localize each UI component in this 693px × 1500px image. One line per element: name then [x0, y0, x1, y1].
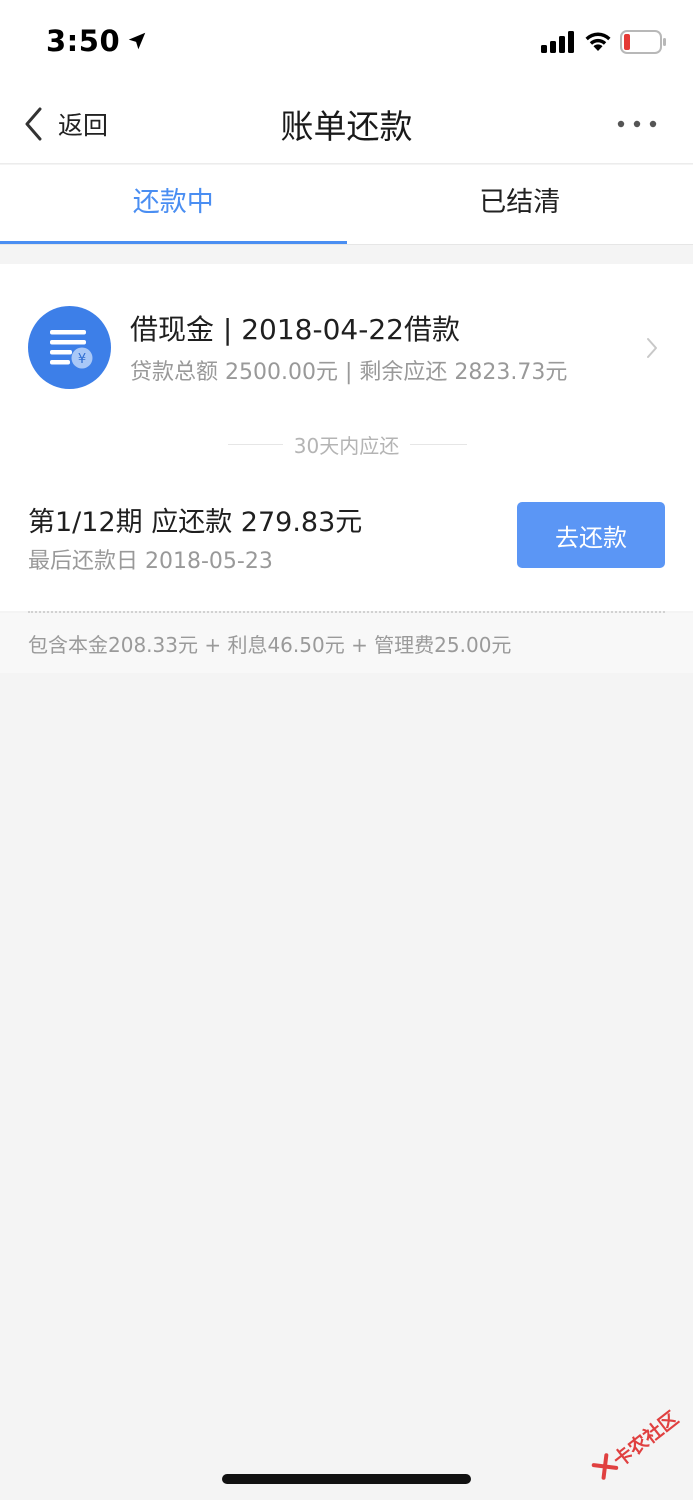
wifi-icon	[585, 32, 611, 51]
breakdown-text: 包含本金208.33元 + 利息46.50元 + 管理费25.00元	[28, 633, 512, 657]
nav-bar: 返回 账单还款	[0, 86, 693, 164]
loan-bill-icon: ¥	[28, 306, 111, 389]
watermark: 卡农社区	[582, 1394, 693, 1500]
more-dots-icon[interactable]	[612, 114, 662, 134]
home-indicator[interactable]	[222, 1474, 471, 1484]
location-arrow-icon	[128, 32, 146, 50]
section-label: 30天内应还	[293, 434, 400, 458]
page-title: 账单还款	[280, 107, 413, 146]
screen: 3:50 返回 账单还款 还款中 已结清 ¥ 借现金 | 2018-04-22借…	[0, 0, 693, 1500]
status-bar: 3:50	[0, 0, 693, 86]
loan-subtitle: 贷款总额 2500.00元 | 剩余应还 2823.73元	[130, 360, 568, 385]
battery-low-icon	[620, 30, 666, 54]
installment-title: 第1/12期 应还款 279.83元	[28, 507, 363, 538]
chevron-right-icon	[647, 338, 657, 358]
status-time-text: 3:50	[46, 24, 121, 58]
watermark-text: 卡农社区	[609, 1407, 683, 1472]
tab-bar: 还款中 已结清	[0, 165, 693, 245]
due-date: 最后还款日 2018-05-23	[28, 549, 273, 574]
signal-icon	[541, 31, 574, 53]
section-divider: 30天内应还	[0, 429, 693, 461]
loan-title: 借现金 | 2018-04-22借款	[130, 313, 460, 346]
svg-text:¥: ¥	[78, 352, 86, 367]
loan-summary-row[interactable]: ¥ 借现金 | 2018-04-22借款 贷款总额 2500.00元 | 剩余应…	[0, 264, 693, 424]
breakdown-panel: 包含本金208.33元 + 利息46.50元 + 管理费25.00元	[0, 613, 693, 673]
status-time: 3:50	[46, 24, 148, 58]
tab-settled[interactable]: 已结清	[347, 165, 693, 245]
divider-line-right	[410, 444, 467, 445]
tab-repaying[interactable]: 还款中	[0, 165, 347, 245]
repay-button[interactable]: 去还款	[517, 502, 665, 568]
loan-card: ¥ 借现金 | 2018-04-22借款 贷款总额 2500.00元 | 剩余应…	[0, 264, 693, 611]
tab-divider	[0, 244, 693, 245]
